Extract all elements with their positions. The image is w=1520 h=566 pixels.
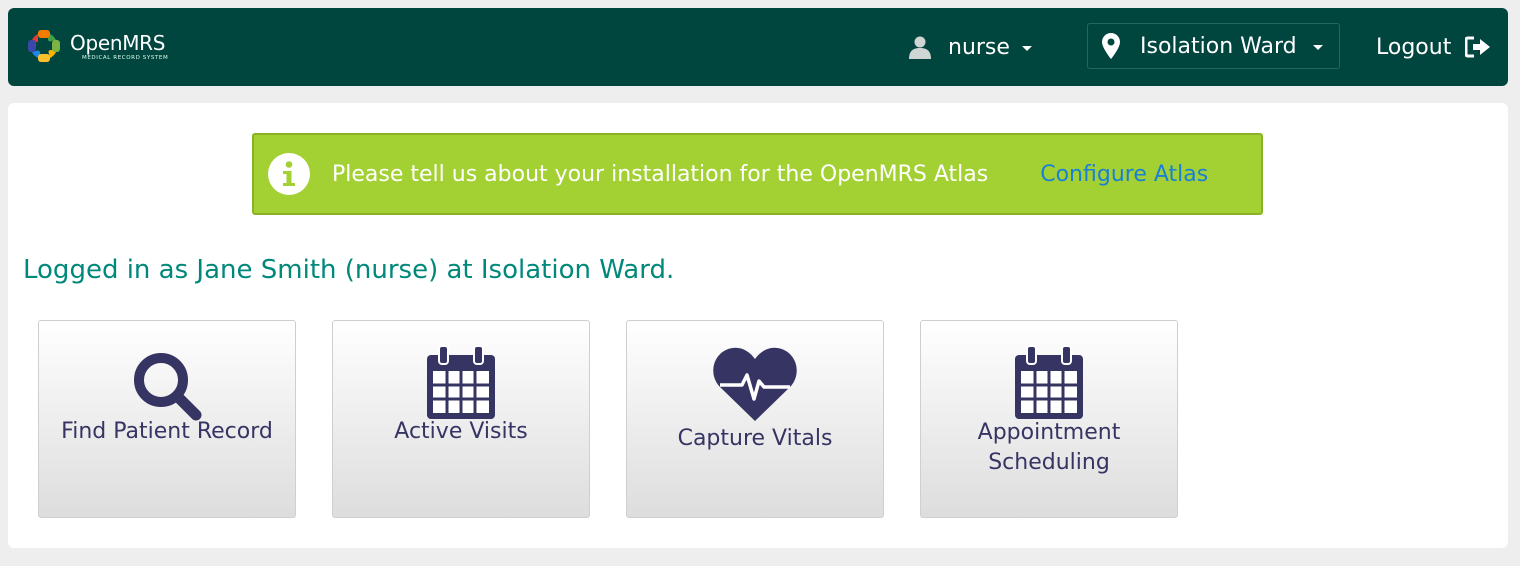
app-tile-label: Appointment Scheduling [977, 420, 1121, 475]
app-tile-label: Find Patient Record [61, 419, 273, 444]
info-icon [268, 153, 310, 195]
logo-subtitle: MEDICAL RECORD SYSTEM [82, 54, 169, 61]
openmrs-logo-icon [28, 30, 60, 62]
atlas-alert: Please tell us about your installation f… [252, 133, 1263, 215]
calendar-icon [921, 345, 1177, 421]
logout-button[interactable]: Logout [1376, 30, 1491, 64]
app-tile-label: Active Visits [394, 419, 528, 444]
openmrs-logo[interactable]: OpenMRS MEDICAL RECORD SYSTEM [24, 26, 168, 66]
app-tile-find-patient-record[interactable]: Find Patient Record [38, 320, 296, 518]
logout-label: Logout [1376, 34, 1452, 60]
chevron-down-icon [1021, 46, 1032, 51]
map-marker-icon [1102, 33, 1120, 59]
app-tile-appointment-scheduling[interactable]: Appointment Scheduling [920, 320, 1178, 518]
user-menu[interactable]: nurse [908, 30, 1032, 64]
main-content: Please tell us about your installation f… [8, 103, 1508, 548]
location-label: Isolation Ward [1140, 33, 1297, 59]
app-tile-active-visits[interactable]: Active Visits [332, 320, 590, 518]
app-tile-label: Capture Vitals [677, 426, 833, 451]
logo-name: OpenMRS [70, 30, 166, 55]
user-menu-label: nurse [948, 34, 1010, 60]
user-icon [908, 35, 932, 59]
top-header: OpenMRS MEDICAL RECORD SYSTEM nurse Isol… [8, 8, 1508, 86]
location-selector[interactable]: Isolation Ward [1087, 23, 1340, 69]
heartbeat-icon [627, 345, 883, 423]
welcome-message: Logged in as Jane Smith (nurse) at Isola… [23, 255, 675, 285]
calendar-icon [333, 345, 589, 421]
search-icon [39, 349, 295, 423]
configure-atlas-link[interactable]: Configure Atlas [1040, 162, 1208, 187]
alert-message: Please tell us about your installation f… [332, 161, 989, 187]
chevron-down-icon [1312, 45, 1323, 50]
app-tile-capture-vitals[interactable]: Capture Vitals [626, 320, 884, 518]
sign-out-icon [1465, 36, 1491, 58]
